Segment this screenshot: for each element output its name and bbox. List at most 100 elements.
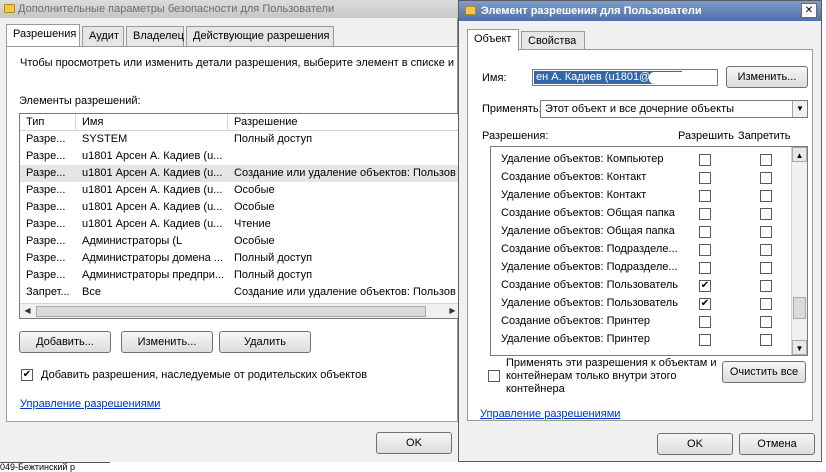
chevron-down-icon[interactable]: ▼ [792,101,807,117]
manage-permissions-link[interactable]: Управление разрешениями [480,408,620,420]
table-row[interactable]: Разре... u1801 Арсен А. Кадиев (u... Осо… [20,199,458,216]
row-type: Разре... [26,235,66,247]
permission-name: Создание объектов: Контакт [501,171,647,183]
column-name[interactable]: Имя [76,114,228,131]
allow-checkbox[interactable] [699,226,711,238]
scroll-right-icon[interactable]: ▶ [445,304,458,318]
permission-entry-dialog: Элемент разрешения для Пользователи ✕ Об… [458,0,822,462]
row-name: u1801 Арсен А. Кадиев (u... [82,184,223,196]
scroll-left-icon[interactable]: ◀ [20,304,35,318]
allow-checkbox[interactable] [699,172,711,184]
list-item: Удаление объектов: Пользователь ✔ [491,295,791,313]
scrollbar-thumb[interactable] [36,306,426,317]
manage-permissions-link[interactable]: Управление разрешениями [20,398,160,410]
row-permission: Особые [234,235,275,247]
allow-checkbox[interactable] [699,154,711,166]
deny-checkbox[interactable] [760,316,772,328]
row-name: Администраторы домена ... [82,252,223,264]
scrollbar-thumb[interactable] [793,297,806,319]
edit-button[interactable]: Изменить... [121,331,213,353]
row-permission: Полный доступ [234,133,313,145]
close-icon[interactable]: ✕ [801,3,817,18]
allow-checkbox[interactable] [699,262,711,274]
ok-button[interactable]: OK [657,433,733,455]
deny-checkbox[interactable] [760,226,772,238]
deny-checkbox[interactable] [760,172,772,184]
column-permission[interactable]: Разрешение [228,114,458,131]
permission-name: Удаление объектов: Подразделе... [501,261,678,273]
allow-checkbox[interactable] [699,316,711,328]
row-name: u1801 Арсен А. Кадиев (u... [82,167,223,179]
row-name: Администраторы предпри... [82,269,225,281]
deny-checkbox[interactable] [760,244,772,256]
allow-checkbox[interactable] [699,334,711,346]
list-item: Создание объектов: Общая папка [491,205,791,223]
folder-icon [465,6,476,15]
table-row[interactable]: Запрет... Все Создание или удаление объе… [20,284,458,301]
cancel-button[interactable]: Отмена [739,433,815,455]
table-row[interactable]: Разре... SYSTEM Полный доступ [20,131,458,148]
row-type: Разре... [26,167,66,179]
name-field[interactable]: ен А. Кадиев (u1801@ local) [532,69,718,86]
list-item: Удаление объектов: Компьютер [491,151,791,169]
deny-checkbox[interactable] [760,154,772,166]
table-row[interactable]: Разре... Администраторы домена ... Полны… [20,250,458,267]
scroll-up-icon[interactable]: ▲ [792,147,807,162]
row-permission: Полный доступ [234,252,313,264]
table-row-selected[interactable]: Разре... u1801 Арсен А. Кадиев (u... Соз… [20,165,458,182]
list-header: Тип Имя Разрешение [20,114,458,131]
row-name: u1801 Арсен А. Кадиев (u... [82,201,223,213]
add-button[interactable]: Добавить... [19,331,111,353]
tab-owner[interactable]: Владелец [126,26,184,46]
allow-header: Разрешить [678,130,734,142]
name-label: Имя: [482,72,507,84]
allow-checkbox[interactable] [699,190,711,202]
deny-checkbox[interactable] [760,334,772,346]
table-row[interactable]: Разре... u1801 Арсен А. Кадиев (u... Чте… [20,216,458,233]
tab-properties[interactable]: Свойства [521,31,585,51]
inherit-checkbox[interactable]: ✔ [21,369,33,381]
table-row[interactable]: Разре... u1801 Арсен А. Кадиев (u... Осо… [20,182,458,199]
hint-text: Чтобы просмотреть или изменить детали ра… [20,57,455,69]
allow-checkbox[interactable] [699,244,711,256]
delete-button[interactable]: Удалить [219,331,311,353]
inherit-label: Добавить разрешения, наследуемые от роди… [41,369,368,381]
row-type: Запрет... [26,286,70,298]
row-type: Разре... [26,252,66,264]
redaction-mask [649,72,693,84]
deny-checkbox[interactable] [760,280,772,292]
permission-name: Удаление объектов: Контакт [501,189,647,201]
allow-checkbox-checked[interactable]: ✔ [699,298,711,310]
list-label: Элементы разрешений: [19,95,141,107]
deny-checkbox[interactable] [760,298,772,310]
tab-audit[interactable]: Аудит [82,26,124,46]
permission-name: Создание объектов: Пользователь [501,279,679,291]
tab-effective-permissions[interactable]: Действующие разрешения [186,26,334,46]
horizontal-scrollbar[interactable]: ◀ ▶ [20,303,458,318]
scroll-down-icon[interactable]: ▼ [792,340,807,355]
deny-checkbox[interactable] [760,190,772,202]
table-row[interactable]: Разре... u1801 Арсен А. Кадиев (u... [20,148,458,165]
apply-to-select[interactable]: Этот объект и все дочерние объекты ▼ [540,100,808,118]
deny-checkbox[interactable] [760,262,772,274]
allow-checkbox[interactable] [699,208,711,220]
tab-object[interactable]: Объект [467,29,519,51]
table-row[interactable]: Разре... Администраторы (L Особые [20,233,458,250]
apply-inside-checkbox[interactable] [488,370,500,382]
list-item: Создание объектов: Контакт [491,169,791,187]
tab-permissions[interactable]: Разрешения [6,24,80,46]
deny-checkbox[interactable] [760,208,772,220]
change-button[interactable]: Изменить... [726,66,808,88]
vertical-scrollbar[interactable]: ▲ ▼ [791,147,807,355]
clear-all-button[interactable]: Очистить все [722,361,806,383]
advanced-security-window: Дополнительные параметры безопасности дл… [0,0,459,462]
permissions-label: Разрешения: [482,130,549,142]
permission-name: Создание объектов: Подразделе... [501,243,678,255]
allow-checkbox-checked[interactable]: ✔ [699,280,711,292]
row-name: Все [82,286,101,298]
permission-entries-list[interactable]: Тип Имя Разрешение Разре... SYSTEM Полны… [19,113,459,319]
back-ok-button[interactable]: OK [376,432,452,454]
column-type[interactable]: Тип [20,114,76,131]
permissions-list[interactable]: Удаление объектов: Компьютер Создание об… [490,146,808,356]
table-row[interactable]: Разре... Администраторы предпри... Полны… [20,267,458,284]
